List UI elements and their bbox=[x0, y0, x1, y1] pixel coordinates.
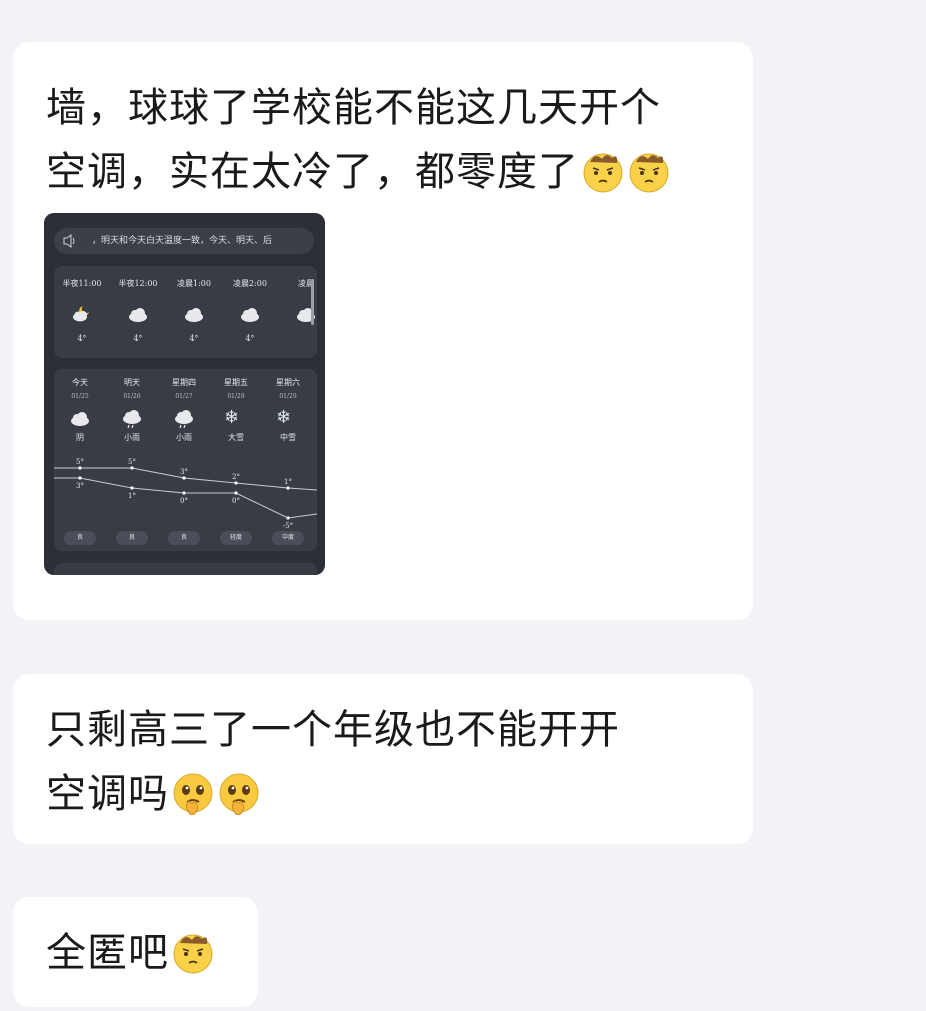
message-line-text: 全匿吧 bbox=[46, 930, 169, 976]
message-text: 全匿吧 bbox=[46, 921, 215, 985]
low-temp-point bbox=[78, 476, 82, 480]
high-temp-point bbox=[78, 466, 82, 470]
message-line: 只剩高三了一个年级也不能开开 bbox=[46, 707, 620, 753]
high-temp-point bbox=[130, 466, 134, 470]
day-condition: 小雨 bbox=[124, 433, 140, 442]
low-temp-point bbox=[234, 491, 238, 495]
day-condition: 大雪 bbox=[228, 433, 244, 442]
cloud-icon bbox=[68, 409, 92, 431]
high-temp-label: 1° bbox=[284, 478, 292, 486]
message-text: 只剩高三了一个年级也不能开开 空调吗 bbox=[46, 698, 746, 826]
low-temp-label: 0° bbox=[232, 497, 240, 505]
hour-label: 半夜12:00 bbox=[118, 279, 158, 288]
cloud-icon bbox=[239, 305, 261, 325]
hour-temp: 4° bbox=[77, 334, 87, 343]
worried-face-emoji-icon bbox=[629, 153, 669, 193]
moon-cloud-icon bbox=[71, 305, 93, 325]
ticker-text: ，明天和今天白天温度一致，今天、明天、后 bbox=[92, 236, 273, 246]
high-temp-point bbox=[286, 486, 290, 490]
day-date: 01/25 bbox=[71, 393, 89, 400]
message-line: 空调，实在太冷了，都零度了 bbox=[46, 140, 746, 204]
weather-ticker: ，明天和今天白天温度一致，今天、明天、后 bbox=[54, 228, 314, 254]
day-date: 01/27 bbox=[175, 393, 193, 400]
low-temp-label: -5° bbox=[283, 522, 293, 530]
message-line: 空调吗 bbox=[46, 762, 746, 826]
cloud-icon bbox=[183, 305, 205, 325]
temperature-trend-chart: 5° 5° 3° 2° 1° 3° 1° 0° 0° -5° bbox=[54, 458, 317, 530]
day-label: 今天 bbox=[72, 378, 88, 387]
message-bubble-2[interactable]: 只剩高三了一个年级也不能开开 空调吗 bbox=[13, 674, 753, 844]
day-label: 星期五 bbox=[224, 378, 248, 387]
low-temp-point bbox=[182, 491, 186, 495]
hour-label: 凌晨1:00 bbox=[177, 279, 211, 288]
pleading-face-emoji-icon bbox=[219, 773, 259, 815]
day-date: 01/26 bbox=[123, 393, 141, 400]
worried-face-emoji-icon bbox=[583, 153, 623, 193]
cloud-icon bbox=[127, 305, 149, 325]
day-condition: 阴 bbox=[76, 433, 84, 442]
rain-icon bbox=[172, 409, 196, 433]
day-label: 明天 bbox=[124, 378, 140, 387]
worried-face-emoji-icon bbox=[173, 934, 213, 974]
message-text: 墙，球球了学校能不能这几天开个 空调，实在太冷了，都零度了 bbox=[46, 76, 746, 204]
day-condition: 中雪 bbox=[280, 433, 296, 442]
message-line-text: 空调，实在太冷了，都零度了 bbox=[46, 149, 579, 195]
high-temp-label: 5° bbox=[76, 458, 84, 466]
high-temp-point bbox=[234, 481, 238, 485]
high-temp-point bbox=[182, 476, 186, 480]
hour-label: 半夜11:00 bbox=[62, 279, 102, 288]
hour-temp: 4° bbox=[189, 334, 199, 343]
day-label: 星期四 bbox=[172, 378, 196, 387]
hourly-forecast[interactable]: 半夜11:00 4° 半夜12:00 4° 凌晨1:00 4° 凌晨2:00 4… bbox=[54, 266, 317, 358]
day-date: 01/29 bbox=[279, 393, 297, 400]
high-temp-label: 5° bbox=[128, 458, 136, 466]
day-date: 01/28 bbox=[227, 393, 245, 400]
snow-icon: ❄ bbox=[276, 407, 292, 428]
hour-label: 凌晨2:00 bbox=[233, 279, 267, 288]
daily-forecast[interactable]: 今天 01/25 阴 良 明天 01/26 小雨 良 星期四 01/27 小雨 … bbox=[54, 369, 317, 551]
day-label: 星期六 bbox=[276, 378, 300, 387]
low-temp-label: 0° bbox=[180, 497, 188, 505]
speaker-icon bbox=[62, 228, 78, 254]
low-temp-point bbox=[286, 516, 290, 520]
high-temp-label: 3° bbox=[180, 468, 188, 476]
message-line: 墙，球球了学校能不能这几天开个 bbox=[46, 85, 661, 131]
hour-temp: 4° bbox=[245, 334, 255, 343]
next-card-strip bbox=[54, 563, 317, 575]
pleading-face-emoji-icon bbox=[173, 773, 213, 815]
hour-temp: 4° bbox=[133, 334, 143, 343]
low-temp-label: 3° bbox=[76, 482, 84, 490]
scrollbar[interactable] bbox=[311, 279, 314, 325]
message-line-text: 空调吗 bbox=[46, 771, 169, 817]
rain-icon bbox=[120, 409, 144, 433]
high-temp-label: 2° bbox=[232, 473, 240, 481]
day-condition: 小雨 bbox=[176, 433, 192, 442]
message-bubble-3[interactable]: 全匿吧 bbox=[13, 897, 258, 1007]
low-temp-label: 1° bbox=[128, 492, 136, 500]
low-temp-point bbox=[130, 486, 134, 490]
weather-screenshot-image[interactable]: ，明天和今天白天温度一致，今天、明天、后 半夜11:00 4° 半夜12:00 … bbox=[44, 213, 325, 575]
snow-icon: ❄ bbox=[224, 407, 240, 428]
